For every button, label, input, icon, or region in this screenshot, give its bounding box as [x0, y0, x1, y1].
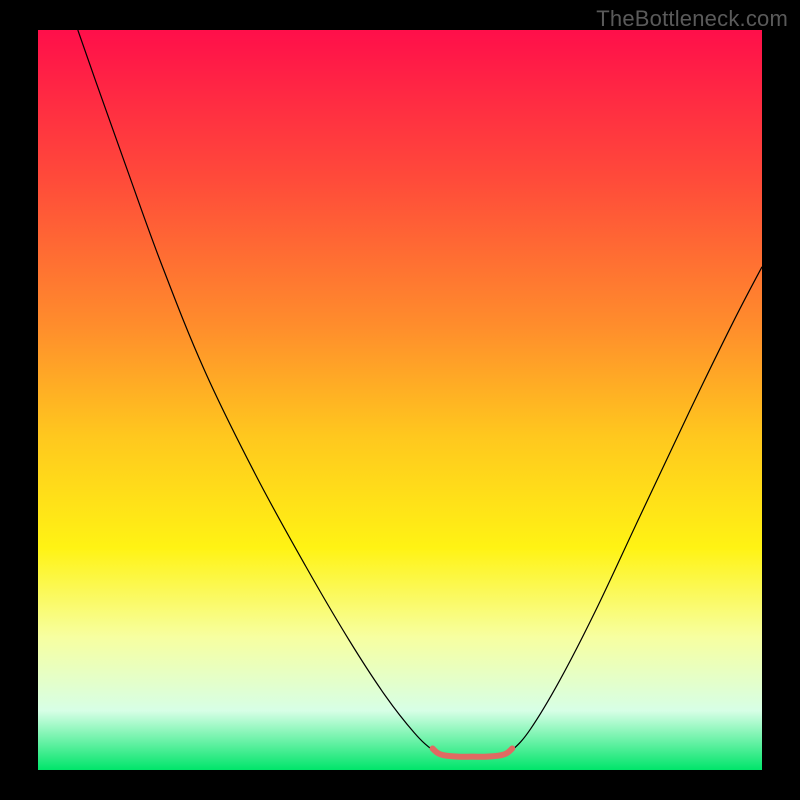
- bottleneck-chart: [38, 30, 762, 770]
- gradient-background: [38, 30, 762, 770]
- watermark-text: TheBottleneck.com: [596, 6, 788, 32]
- chart-frame: TheBottleneck.com: [0, 0, 800, 800]
